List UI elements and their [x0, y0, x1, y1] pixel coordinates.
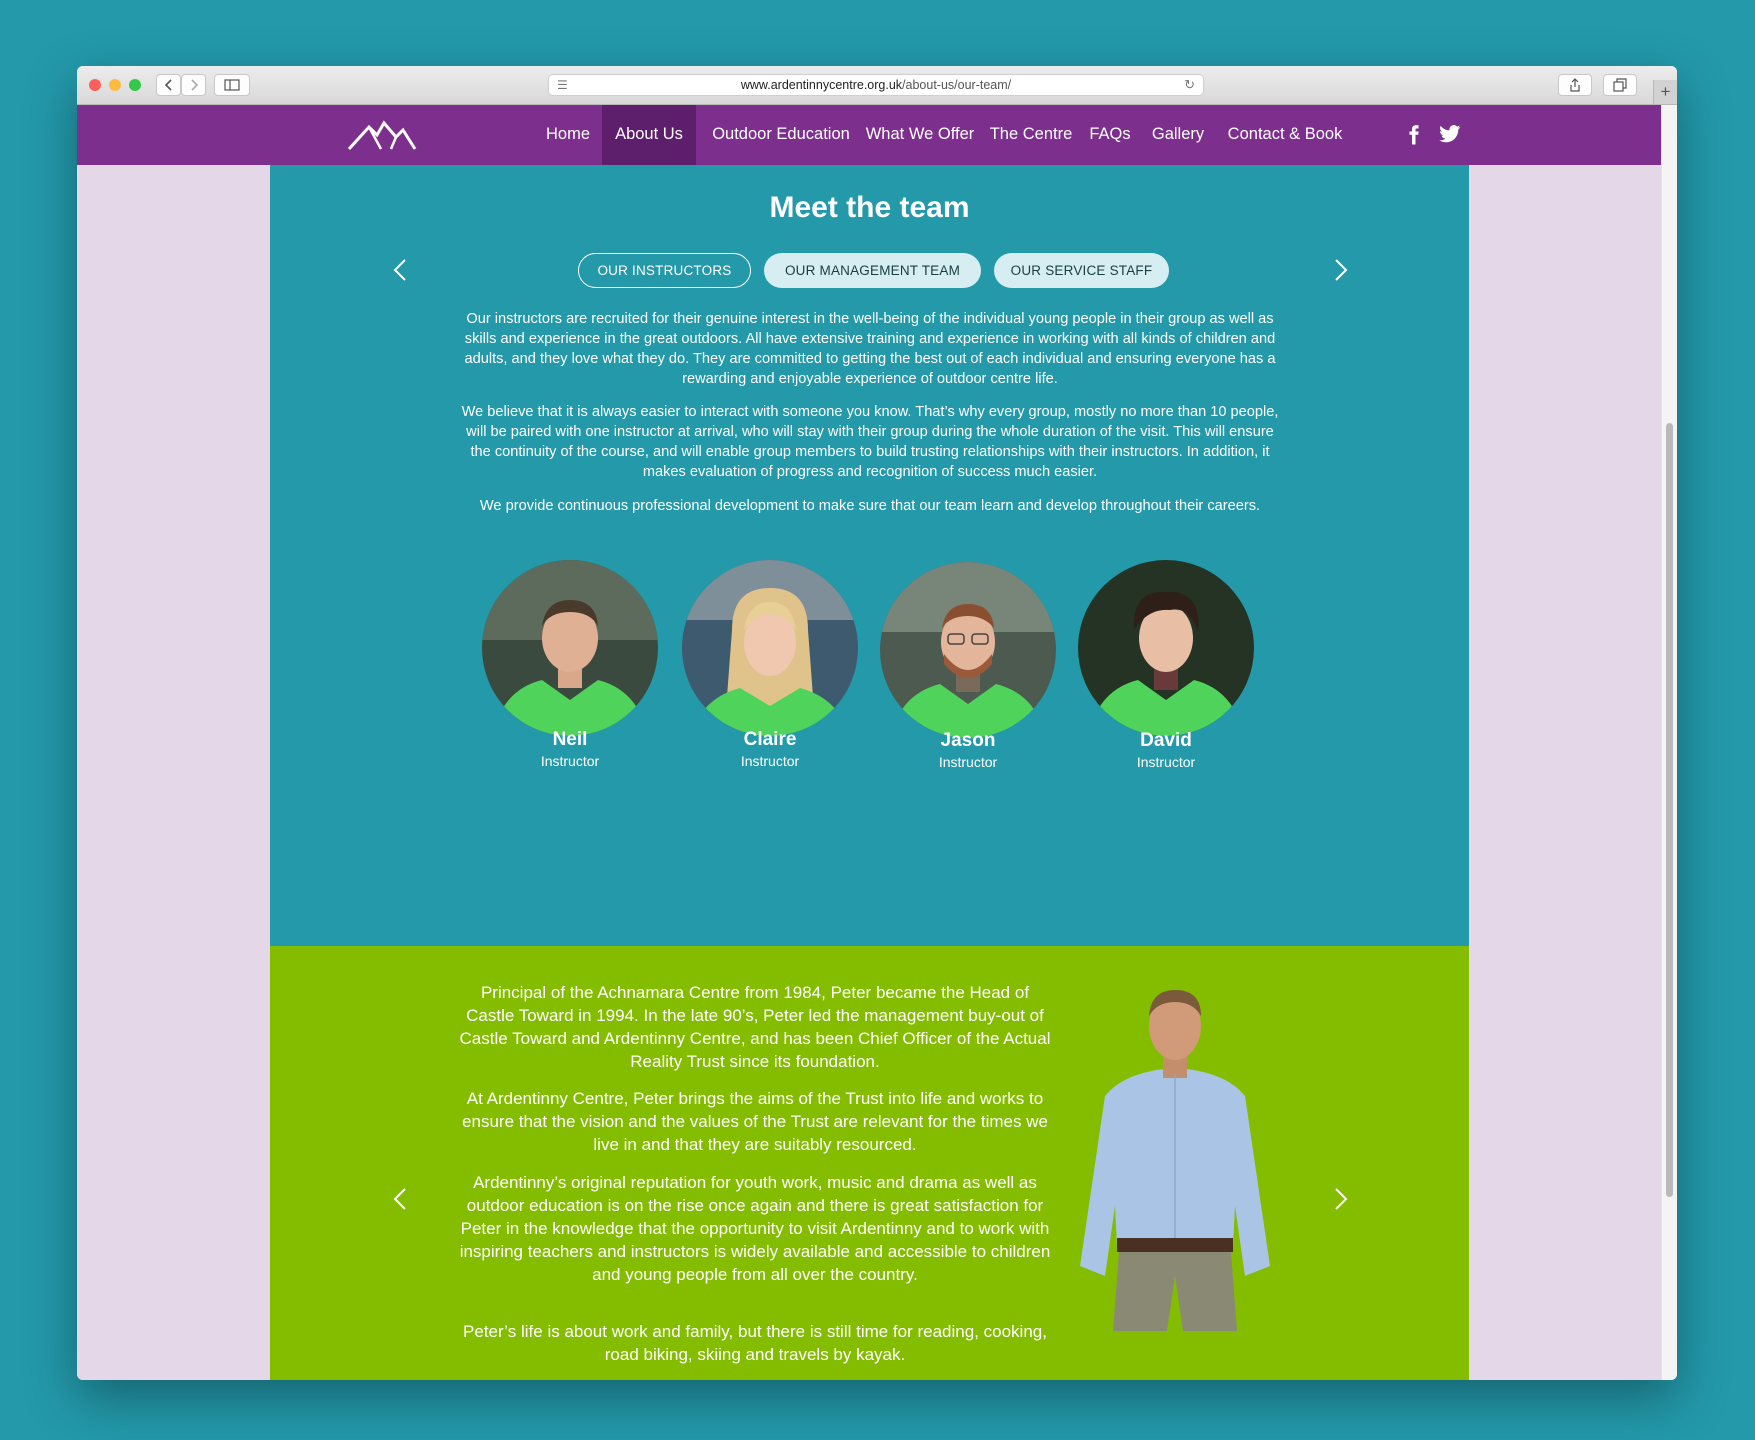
- avatar-neil[interactable]: [482, 560, 658, 736]
- tab-our-instructors[interactable]: OUR INSTRUCTORS: [578, 253, 751, 288]
- browser-toolbar: ☰ www.ardentinnycentre.org.uk/about-us/o…: [77, 66, 1677, 105]
- nav-item-the-centre[interactable]: The Centre: [985, 105, 1077, 165]
- member-role: Instructor: [540, 753, 600, 769]
- tab-our-management-team[interactable]: OUR MANAGEMENT TEAM: [764, 253, 981, 288]
- close-window-button[interactable]: [89, 79, 101, 91]
- main-navigation: Home About Us Outdoor Education What We …: [77, 105, 1661, 165]
- sidebar-toggle-button[interactable]: [214, 74, 250, 96]
- member-name: Jason: [940, 730, 996, 751]
- reload-icon[interactable]: ↻: [1184, 77, 1195, 93]
- member-name: David: [1140, 730, 1192, 751]
- instructors-development-paragraph: We provide continuous professional devel…: [479, 498, 1261, 514]
- browser-window: ☰ www.ardentinnycentre.org.uk/about-us/o…: [77, 66, 1677, 1380]
- page-scrollbar[interactable]: [1661, 105, 1677, 1380]
- carousel-prev-arrow-icon[interactable]: [388, 257, 414, 283]
- facebook-icon[interactable]: [1408, 125, 1420, 145]
- instructors-pairing-paragraph: We believe that it is always easier to i…: [461, 404, 1279, 480]
- nav-item-faqs[interactable]: FAQs: [1083, 105, 1137, 165]
- avatar-photo: [482, 560, 658, 736]
- nav-item-gallery[interactable]: Gallery: [1143, 105, 1213, 165]
- mountain-logo-icon[interactable]: [347, 119, 417, 151]
- profile-paragraph: Ardentinny’s original reputation for you…: [459, 1173, 1051, 1284]
- scrollbar-thumb[interactable]: [1666, 423, 1673, 1197]
- profile-next-arrow-icon[interactable]: [1327, 1186, 1353, 1212]
- chevron-left-icon: [164, 79, 172, 91]
- reader-icon[interactable]: ☰: [557, 78, 568, 92]
- url-domain: www.ardentinnycentre.org.uk: [740, 78, 903, 92]
- section-title: Meet the team: [769, 191, 970, 224]
- new-tab-button[interactable]: +: [1653, 80, 1677, 104]
- member-role: Instructor: [938, 754, 998, 770]
- url-path: /about-us/our-team/: [902, 78, 1012, 92]
- chevron-right-icon: [190, 79, 198, 91]
- nav-item-home[interactable]: Home: [533, 105, 603, 165]
- tab-our-service-staff[interactable]: OUR SERVICE STAFF: [994, 253, 1169, 288]
- tabs-icon: [1613, 78, 1627, 92]
- avatar-photo: [682, 560, 858, 736]
- nav-item-outdoor-education[interactable]: Outdoor Education: [707, 105, 855, 165]
- share-icon: [1570, 78, 1580, 92]
- nav-item-contact-book[interactable]: Contact & Book: [1219, 105, 1351, 165]
- sidebar-icon: [224, 79, 240, 91]
- member-role: Instructor: [1136, 754, 1196, 770]
- nav-item-about-us[interactable]: About Us: [602, 105, 696, 165]
- avatar-photo: [1078, 560, 1254, 736]
- instructors-intro-paragraph: Our instructors are recruited for their …: [464, 311, 1276, 387]
- page-viewport: Home About Us Outdoor Education What We …: [77, 105, 1661, 1380]
- share-button[interactable]: [1558, 74, 1592, 96]
- nav-item-what-we-offer[interactable]: What We Offer: [861, 105, 979, 165]
- member-role: Instructor: [740, 753, 800, 769]
- back-button[interactable]: [156, 74, 181, 96]
- profile-paragraph: Principal of the Achnamara Centre from 1…: [459, 983, 1051, 1071]
- tabs-button[interactable]: [1603, 74, 1637, 96]
- member-name: Claire: [743, 729, 797, 750]
- profile-photo: [1080, 990, 1270, 1331]
- avatar-jason[interactable]: [880, 562, 1056, 738]
- address-bar[interactable]: ☰ www.ardentinnycentre.org.uk/about-us/o…: [548, 74, 1204, 96]
- avatar-claire[interactable]: [682, 560, 858, 736]
- avatar-photo: [880, 562, 1056, 738]
- carousel-next-arrow-icon[interactable]: [1327, 257, 1353, 283]
- profile-section: Principal of the Achnamara Centre from 1…: [270, 946, 1469, 1380]
- avatar-david[interactable]: [1078, 560, 1254, 736]
- profile-paragraph: Peter’s life is about work and family, b…: [463, 1322, 1047, 1364]
- profile-paragraph: At Ardentinny Centre, Peter brings the a…: [462, 1089, 1048, 1154]
- member-name: Neil: [552, 729, 588, 750]
- zoom-window-button[interactable]: [129, 79, 141, 91]
- profile-prev-arrow-icon[interactable]: [388, 1186, 414, 1212]
- meet-the-team-section: Meet the team OUR INSTRUCTORS OUR MANAGE…: [270, 165, 1469, 946]
- minimize-window-button[interactable]: [109, 79, 121, 91]
- twitter-icon[interactable]: [1439, 125, 1461, 143]
- forward-button[interactable]: [181, 74, 206, 96]
